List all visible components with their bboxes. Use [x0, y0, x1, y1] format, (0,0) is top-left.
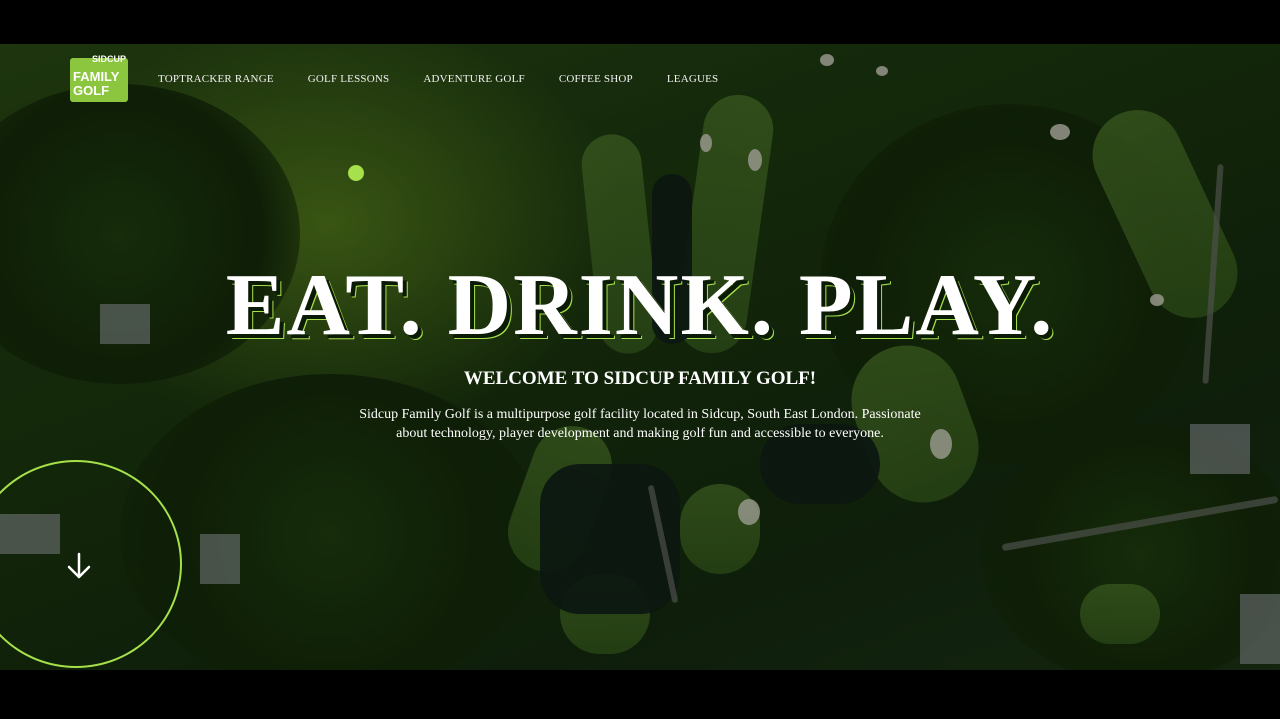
- nav-item-adventure-golf[interactable]: ADVENTURE GOLF: [423, 73, 525, 85]
- main-nav: TOPTRACKER RANGE GOLF LESSONS ADVENTURE …: [158, 73, 752, 85]
- logo-text-mid: FAMILY: [73, 69, 120, 84]
- hero-subtitle: WELCOME TO SIDCUP FAMILY GOLF!: [463, 368, 817, 389]
- hero-description: Sidcup Family Golf is a multipurpose gol…: [359, 407, 921, 441]
- nav-item-toptracker-range[interactable]: TOPTRACKER RANGE: [158, 73, 274, 85]
- nav-item-leagues[interactable]: LEAGUES: [667, 73, 719, 85]
- cursor-dot: [348, 165, 364, 181]
- hero-background: [0, 44, 1280, 670]
- site-logo[interactable]: SIDCUP FAMILY GOLF: [70, 54, 128, 102]
- hero-headline: EAT. DRINK. PLAY.: [225, 257, 1055, 354]
- logo-text-bottom: GOLF: [73, 83, 110, 98]
- bottom-letterbox: [0, 670, 1280, 719]
- nav-item-coffee-shop[interactable]: COFFEE SHOP: [559, 73, 633, 85]
- arrow-down-icon[interactable]: [64, 551, 94, 581]
- nav-item-golf-lessons[interactable]: GOLF LESSONS: [308, 73, 390, 85]
- logo-text-top: SIDCUP: [91, 54, 126, 64]
- top-letterbox: [0, 0, 1280, 44]
